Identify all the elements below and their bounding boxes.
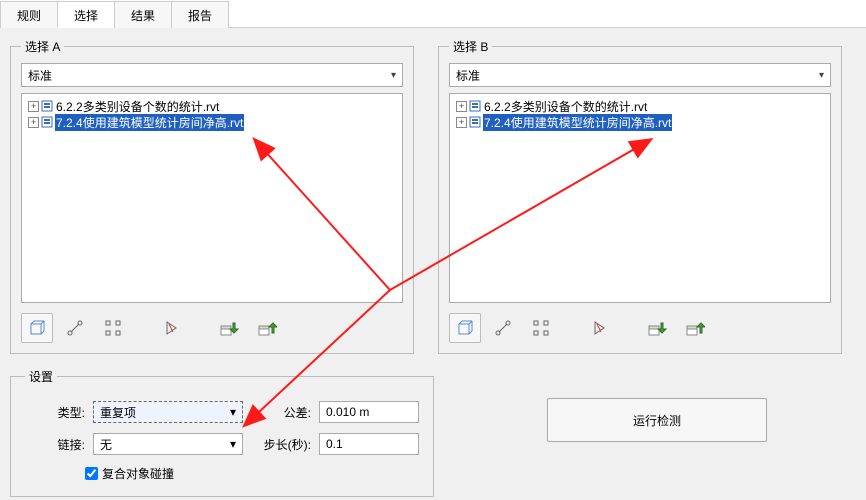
settings-legend: 设置 bbox=[25, 368, 57, 385]
selection-a-toolbar bbox=[21, 313, 403, 343]
chevron-down-icon: ▾ bbox=[391, 70, 396, 81]
tree-item[interactable]: + 6.2.2多类别设备个数的统计.rvt bbox=[456, 98, 824, 114]
nodes-tool-button[interactable] bbox=[525, 313, 557, 343]
load-set-button[interactable] bbox=[213, 313, 245, 343]
selection-a-combo[interactable]: 标准 ▾ bbox=[21, 63, 403, 87]
selection-b-combo[interactable]: 标准 ▾ bbox=[449, 63, 831, 87]
tree-item[interactable]: + 7.2.4使用建筑模型统计房间净高.rvt bbox=[28, 114, 396, 130]
selection-a-combo-value: 标准 bbox=[28, 67, 52, 84]
composite-collision-row[interactable]: 复合对象碰撞 bbox=[85, 465, 419, 482]
chevron-down-icon: ▾ bbox=[230, 405, 236, 419]
document-icon bbox=[469, 116, 481, 128]
selection-b-tree[interactable]: + 6.2.2多类别设备个数的统计.rvt + 7.2.4使用建筑模型统计房间净… bbox=[449, 93, 831, 303]
type-label: 类型: bbox=[25, 404, 85, 421]
tolerance-label: 公差: bbox=[251, 404, 311, 421]
link-select[interactable]: 无 ▾ bbox=[93, 433, 243, 455]
run-detection-button[interactable]: 运行检测 bbox=[547, 398, 767, 442]
expand-icon[interactable]: + bbox=[28, 117, 39, 128]
tab-strip: 规则 选择 结果 报告 bbox=[0, 0, 866, 28]
selection-b-panel: 选择 B 标准 ▾ + 6.2.2多类别设备个数的统计.rvt + bbox=[438, 38, 842, 354]
step-value: 0.1 bbox=[326, 437, 343, 451]
chevron-down-icon: ▾ bbox=[230, 437, 236, 451]
tolerance-value: 0.010 m bbox=[326, 405, 369, 419]
tab-report-label: 报告 bbox=[188, 9, 212, 23]
expand-icon[interactable]: + bbox=[456, 101, 467, 112]
save-set-button[interactable] bbox=[679, 313, 711, 343]
composite-collision-label: 复合对象碰撞 bbox=[102, 465, 174, 482]
document-icon bbox=[469, 100, 481, 112]
selection-b-combo-value: 标准 bbox=[456, 67, 480, 84]
tree-item-label: 7.2.4使用建筑模型统计房间净高.rvt bbox=[483, 114, 672, 131]
link-label: 链接: bbox=[25, 436, 85, 453]
chevron-down-icon: ▾ bbox=[819, 70, 824, 81]
tab-rules[interactable]: 规则 bbox=[0, 1, 58, 28]
settings-panel: 设置 类型: 重复项 ▾ 公差: 0.010 m 链接: 无 ▾ 步长(秒): bbox=[10, 368, 434, 497]
play-button[interactable] bbox=[583, 313, 615, 343]
nodes-tool-button[interactable] bbox=[97, 313, 129, 343]
tab-results-label: 结果 bbox=[131, 9, 155, 23]
composite-collision-checkbox[interactable] bbox=[85, 467, 98, 480]
document-icon bbox=[41, 100, 53, 112]
tolerance-input[interactable]: 0.010 m bbox=[319, 401, 419, 423]
step-label: 步长(秒): bbox=[251, 436, 311, 453]
step-input[interactable]: 0.1 bbox=[319, 433, 419, 455]
line-tool-button[interactable] bbox=[59, 313, 91, 343]
cube-select-button[interactable] bbox=[449, 313, 481, 343]
selection-b-legend: 选择 B bbox=[449, 38, 492, 55]
tab-report[interactable]: 报告 bbox=[171, 1, 229, 28]
tab-select-label: 选择 bbox=[74, 9, 98, 23]
tree-item[interactable]: + 6.2.2多类别设备个数的统计.rvt bbox=[28, 98, 396, 114]
run-button-wrap: 运行检测 bbox=[458, 368, 856, 497]
selection-a-legend: 选择 A bbox=[21, 38, 64, 55]
play-button[interactable] bbox=[155, 313, 187, 343]
type-select-value: 重复项 bbox=[100, 404, 136, 421]
selection-a-tree[interactable]: + 6.2.2多类别设备个数的统计.rvt + 7.2.4使用建筑模型统计房间净… bbox=[21, 93, 403, 303]
tab-rules-label: 规则 bbox=[17, 9, 41, 23]
tab-results[interactable]: 结果 bbox=[114, 1, 172, 28]
selection-a-panel: 选择 A 标准 ▾ + 6.2.2多类别设备个数的统计.rvt + bbox=[10, 38, 414, 354]
tab-select[interactable]: 选择 bbox=[57, 1, 115, 28]
tree-item[interactable]: + 7.2.4使用建筑模型统计房间净高.rvt bbox=[456, 114, 824, 130]
cube-select-button[interactable] bbox=[21, 313, 53, 343]
type-select[interactable]: 重复项 ▾ bbox=[93, 401, 243, 423]
selection-b-toolbar bbox=[449, 313, 831, 343]
run-detection-label: 运行检测 bbox=[633, 412, 681, 429]
tree-item-label: 6.2.2多类别设备个数的统计.rvt bbox=[55, 98, 220, 115]
expand-icon[interactable]: + bbox=[28, 101, 39, 112]
link-select-value: 无 bbox=[100, 436, 112, 453]
tree-item-label: 7.2.4使用建筑模型统计房间净高.rvt bbox=[55, 114, 244, 131]
load-set-button[interactable] bbox=[641, 313, 673, 343]
save-set-button[interactable] bbox=[251, 313, 283, 343]
document-icon bbox=[41, 116, 53, 128]
expand-icon[interactable]: + bbox=[456, 117, 467, 128]
tree-item-label: 6.2.2多类别设备个数的统计.rvt bbox=[483, 98, 648, 115]
line-tool-button[interactable] bbox=[487, 313, 519, 343]
